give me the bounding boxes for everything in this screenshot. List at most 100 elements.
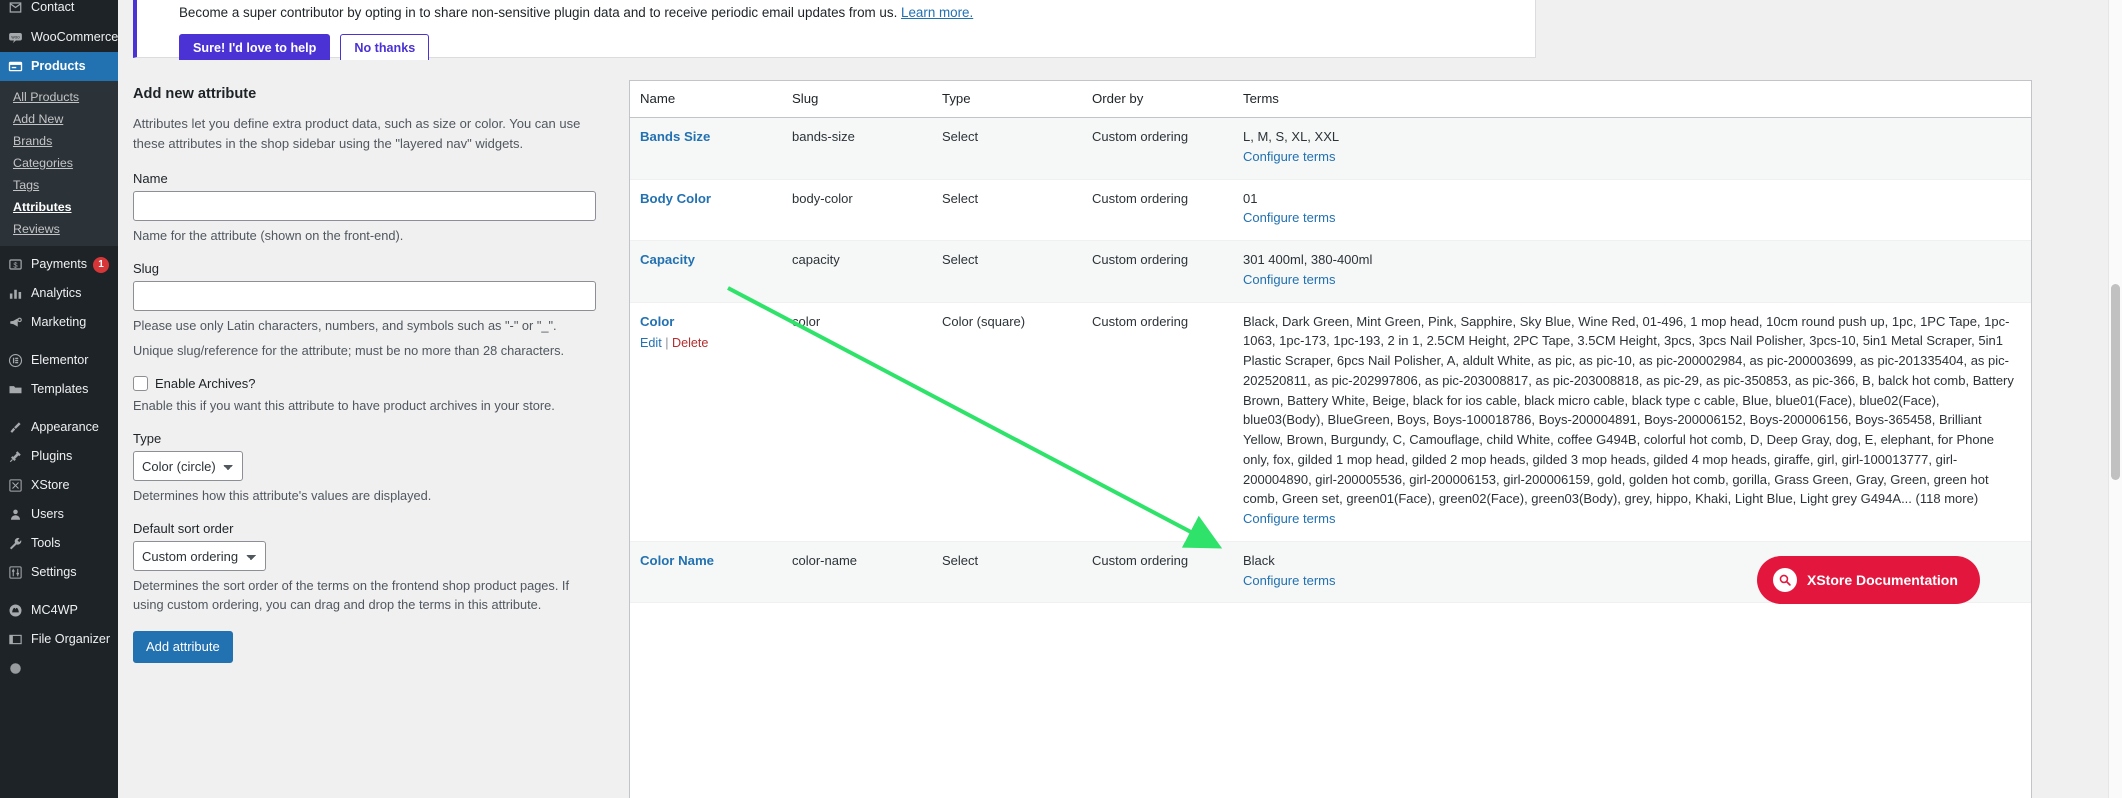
cell-slug: bands-size bbox=[782, 117, 932, 180]
sidebar-item-payments[interactable]: $ Payments 1 bbox=[0, 250, 118, 279]
sidebar-item-elementor[interactable]: Elementor bbox=[0, 346, 118, 375]
terms-text: 01 bbox=[1243, 190, 1258, 206]
configure-terms-link[interactable]: Configure terms bbox=[1243, 509, 1335, 529]
attribute-link[interactable]: Color Name bbox=[640, 553, 714, 568]
sidebar-item-label: MC4WP bbox=[31, 603, 78, 618]
delete-link[interactable]: Delete bbox=[672, 336, 708, 350]
optin-decline-button[interactable]: No thanks bbox=[340, 34, 430, 64]
file-organizer-icon bbox=[6, 631, 24, 649]
name-field-group: Name Name for the attribute (shown on th… bbox=[133, 171, 596, 245]
terms-text: L, M, S, XL, XXL bbox=[1243, 129, 1340, 144]
name-label: Name bbox=[133, 171, 168, 187]
sidebar-item-analytics[interactable]: Analytics bbox=[0, 279, 118, 308]
cell-orderby: Custom ordering bbox=[1082, 302, 1233, 542]
default-sort-order-select[interactable]: Custom ordering bbox=[133, 541, 266, 572]
plugins-icon bbox=[6, 448, 24, 466]
settings-icon bbox=[6, 564, 24, 582]
sidebar-item-woocommerce[interactable]: woo WooCommerce bbox=[0, 23, 118, 52]
cell-type: Select bbox=[932, 541, 1082, 604]
table-head: Name Slug Type Order by Terms bbox=[630, 81, 2031, 118]
mc4wp-icon bbox=[6, 602, 24, 620]
cell-name: Capacity bbox=[630, 240, 782, 303]
cell-orderby: Custom ordering bbox=[1082, 240, 1233, 303]
products-icon bbox=[6, 58, 24, 76]
sidebar-divider bbox=[0, 587, 118, 596]
sidebar-item-partial-bottom[interactable] bbox=[0, 654, 118, 683]
sidebar-divider bbox=[0, 404, 118, 413]
sidebar-divider bbox=[0, 14, 118, 23]
optin-accept-button[interactable]: Sure! I'd love to help bbox=[179, 34, 331, 64]
sidebar-item-settings[interactable]: Settings bbox=[0, 558, 118, 587]
add-attribute-button[interactable]: Add attribute bbox=[133, 630, 233, 663]
xstore-icon bbox=[6, 477, 24, 495]
sidebar-item-users[interactable]: Users bbox=[0, 500, 118, 529]
attribute-link[interactable]: Capacity bbox=[640, 252, 695, 267]
attribute-link[interactable]: Body Color bbox=[640, 191, 711, 206]
sidebar-item-tools[interactable]: Tools bbox=[0, 529, 118, 558]
sidebar-item-plugins[interactable]: Plugins bbox=[0, 442, 118, 471]
sidebar-item-file-organizer[interactable]: File Organizer bbox=[0, 625, 118, 654]
column-header-type[interactable]: Type bbox=[932, 81, 1082, 118]
sidebar-item-tags[interactable]: Tags bbox=[0, 174, 118, 196]
sidebar-item-templates[interactable]: Templates bbox=[0, 375, 118, 404]
configure-terms-link[interactable]: Configure terms bbox=[1243, 270, 1335, 290]
enable-archives-row[interactable]: Enable Archives? bbox=[133, 375, 595, 391]
woocommerce-icon: woo bbox=[6, 29, 24, 47]
appearance-icon bbox=[6, 419, 24, 437]
slug-help-text-2: Unique slug/reference for the attribute;… bbox=[133, 342, 565, 358]
type-field-group: Type Color (circle) Determines how this … bbox=[133, 431, 595, 505]
sidebar-item-brands[interactable]: Brands bbox=[0, 130, 118, 152]
row-actions: Edit | Delete bbox=[640, 334, 772, 353]
analytics-icon bbox=[6, 285, 24, 303]
optin-notice: Become a super contributor by opting in … bbox=[133, 0, 1536, 64]
sidebar-item-label: Tools bbox=[31, 536, 61, 551]
sidebar-item-label: Contact bbox=[31, 0, 75, 14]
sidebar-item-label: Products bbox=[31, 59, 86, 74]
cell-slug: capacity bbox=[782, 240, 932, 303]
sidebar-item-reviews[interactable]: Reviews bbox=[0, 218, 118, 240]
sidebar-item-categories[interactable]: Categories bbox=[0, 152, 118, 174]
sidebar-item-marketing[interactable]: Marketing bbox=[0, 308, 118, 337]
configure-terms-link[interactable]: Configure terms bbox=[1243, 147, 1335, 167]
column-header-terms[interactable]: Terms bbox=[1233, 81, 2031, 118]
sidebar-item-xstore[interactable]: XStore bbox=[0, 471, 118, 500]
cell-name: Body Color bbox=[630, 179, 782, 241]
column-header-slug[interactable]: Slug bbox=[782, 81, 932, 118]
sidebar-item-attributes[interactable]: Attributes bbox=[0, 196, 118, 218]
learn-more-link[interactable]: Learn more. bbox=[901, 5, 973, 20]
attribute-link[interactable]: Color bbox=[640, 314, 674, 329]
cell-slug: color-name bbox=[782, 541, 932, 604]
sidebar-item-add-new[interactable]: Add New bbox=[0, 108, 118, 130]
sidebar-item-contact[interactable]: Contact bbox=[0, 0, 118, 14]
attribute-type-select[interactable]: Color (circle) bbox=[133, 451, 243, 482]
page-scrollbar[interactable] bbox=[2108, 0, 2122, 798]
products-submenu: All Products Add New Brands Categories T… bbox=[0, 81, 118, 246]
sidebar-item-appearance[interactable]: Appearance bbox=[0, 413, 118, 442]
cell-terms: 301 400ml, 380-400ml Configure terms bbox=[1233, 240, 2031, 303]
enable-archives-help: Enable this if you want this attribute t… bbox=[133, 397, 555, 413]
enable-archives-checkbox[interactable] bbox=[133, 375, 148, 391]
marketing-icon bbox=[6, 314, 24, 332]
sidebar-item-label: Users bbox=[31, 507, 64, 522]
terms-text: Black bbox=[1243, 552, 1275, 568]
column-header-name[interactable]: Name bbox=[630, 81, 782, 118]
edit-link[interactable]: Edit bbox=[640, 336, 662, 350]
sort-order-help: Determines the sort order of the terms o… bbox=[133, 578, 570, 613]
sidebar-item-label: Appearance bbox=[31, 420, 99, 435]
sidebar-item-label: XStore bbox=[31, 478, 70, 493]
sidebar-item-label: Plugins bbox=[31, 449, 73, 464]
type-help-text: Determines how this attribute's values a… bbox=[133, 488, 432, 504]
configure-terms-link[interactable]: Configure terms bbox=[1243, 571, 1335, 591]
sidebar-item-products[interactable]: Products bbox=[0, 52, 118, 81]
configure-terms-link[interactable]: Configure terms bbox=[1243, 208, 1335, 228]
sidebar-item-all-products[interactable]: All Products bbox=[0, 86, 118, 108]
attribute-slug-input[interactable] bbox=[133, 281, 596, 312]
scrollbar-thumb[interactable] bbox=[2111, 284, 2120, 480]
form-heading: Add new attribute bbox=[133, 86, 257, 102]
attribute-link[interactable]: Bands Size bbox=[640, 129, 710, 144]
sidebar-item-mc4wp[interactable]: MC4WP bbox=[0, 596, 118, 625]
attribute-name-input[interactable] bbox=[133, 191, 596, 222]
xstore-documentation-button[interactable]: XStore Documentation bbox=[1757, 556, 1980, 604]
column-header-orderby[interactable]: Order by bbox=[1082, 81, 1233, 118]
cell-type: Select bbox=[932, 117, 1082, 180]
